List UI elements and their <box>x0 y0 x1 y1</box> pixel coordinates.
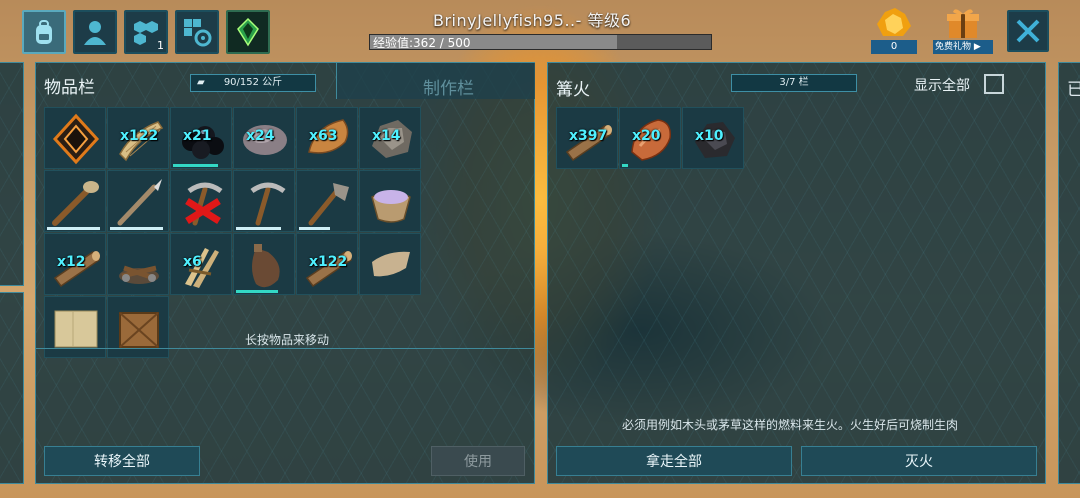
amber-currency[interactable]: 0 <box>871 6 917 54</box>
item-quantity: x122 <box>120 128 159 144</box>
item-slot[interactable] <box>107 170 169 232</box>
crystal-icon <box>237 17 259 47</box>
free-gift-button[interactable]: 免费礼物 ▶ <box>933 6 993 54</box>
player-icon <box>84 21 106 45</box>
item-slot[interactable]: x14 <box>359 107 421 169</box>
item-slot[interactable] <box>107 233 169 295</box>
item-quantity: x12 <box>57 254 86 270</box>
left-edge-panel <box>0 62 24 286</box>
weight-text: 90/152 公斤 <box>223 77 283 88</box>
weight-indicator: ▰ 90/152 公斤 <box>190 74 316 92</box>
durability-bar <box>173 164 218 167</box>
xp-bar: 经验值:362 / 500 <box>369 34 712 50</box>
tribe-tab-button[interactable]: 1 <box>124 10 168 54</box>
inventory-grid: x122 x21 x24 x63 x14 x12 x6 x122 <box>44 107 422 361</box>
torch-icon <box>52 181 99 226</box>
item-slot[interactable] <box>44 170 106 232</box>
item-quantity: x63 <box>309 128 338 144</box>
extinguish-button[interactable]: 灭火 <box>801 446 1037 476</box>
item-slot[interactable] <box>233 233 295 295</box>
gift-label: 免费礼物 ▶ <box>933 40 993 54</box>
waterskin-icon <box>252 244 280 288</box>
item-slot[interactable]: x397 <box>556 107 618 169</box>
show-all-label: 显示全部 <box>914 78 970 94</box>
item-slot[interactable]: x12 <box>44 233 106 295</box>
item-slot[interactable]: x24 <box>233 107 295 169</box>
inventory-title: 物品栏 <box>44 78 95 98</box>
item-slot[interactable] <box>359 170 421 232</box>
item-slot[interactable] <box>44 107 106 169</box>
show-all-checkbox[interactable] <box>984 74 1004 94</box>
paper-icon <box>54 310 98 348</box>
weight-icon: ▰ <box>197 77 205 88</box>
item-quantity: x14 <box>372 128 401 144</box>
item-slot[interactable]: x6 <box>170 233 232 295</box>
durability-bar <box>110 227 163 230</box>
durability-bar <box>236 227 281 230</box>
play-arrow-icon: ▶ <box>973 42 981 52</box>
right-panel-title: 已 <box>1067 80 1080 100</box>
durability-bar <box>236 290 278 293</box>
engram-icon <box>184 19 212 47</box>
item-quantity: x21 <box>183 128 212 144</box>
cloth-icon <box>372 251 410 277</box>
item-slot[interactable] <box>359 233 421 295</box>
pick-broken-icon <box>185 182 223 226</box>
left-edge-panel-lower <box>0 292 24 484</box>
item-slot[interactable]: x63 <box>296 107 358 169</box>
campfire-icon <box>119 265 159 284</box>
item-quantity: x397 <box>569 128 608 144</box>
crafting-tab-label: 制作栏 <box>423 79 474 99</box>
item-slot[interactable]: x20 <box>619 107 681 169</box>
spear-icon <box>117 179 162 226</box>
item-quantity: x24 <box>246 128 275 144</box>
item-quantity: x10 <box>695 128 724 144</box>
backpack-icon <box>36 20 52 44</box>
tribe-badge: 1 <box>157 39 164 52</box>
pick-icon <box>250 182 286 226</box>
xp-text: 经验值:362 / 500 <box>373 36 471 50</box>
item-slot[interactable]: x21 <box>170 107 232 169</box>
item-slot[interactable]: x10 <box>682 107 744 169</box>
inventory-tab-button[interactable] <box>22 10 66 54</box>
durability-bar <box>622 164 628 167</box>
durability-bar <box>47 227 100 230</box>
implant-icon <box>52 113 100 165</box>
engram-tab-button[interactable] <box>175 10 219 54</box>
item-slot[interactable] <box>233 170 295 232</box>
crafting-tab[interactable]: 制作栏 <box>336 63 535 99</box>
gift-icon <box>947 9 979 38</box>
item-quantity: x6 <box>183 254 202 270</box>
campfire-slots-indicator: 3/7 栏 <box>731 74 857 92</box>
implant-tab-button[interactable] <box>226 10 270 54</box>
divider <box>36 348 534 349</box>
crate-icon <box>119 312 159 348</box>
inventory-hint: 长按物品来移动 <box>245 333 330 347</box>
transfer-all-button[interactable]: 转移全部 <box>44 446 200 476</box>
item-slot[interactable]: x122 <box>107 107 169 169</box>
item-quantity: x122 <box>309 254 348 270</box>
campfire-hint: 必须用例如木头或茅草这样的燃料来生火。火生好后可烧制生肉 <box>622 418 959 432</box>
close-icon <box>1016 19 1040 43</box>
mortar-icon <box>371 190 411 223</box>
item-slot[interactable]: x122 <box>296 233 358 295</box>
character-tab-button[interactable] <box>73 10 117 54</box>
amber-icon <box>877 8 911 36</box>
durability-bar <box>299 227 330 230</box>
item-slot[interactable] <box>170 170 232 232</box>
item-slot[interactable] <box>296 170 358 232</box>
take-all-button[interactable]: 拿走全部 <box>556 446 792 476</box>
player-title: BrinyJellyfish95..- 等级6 <box>433 11 632 30</box>
use-button[interactable]: 使用 <box>431 446 525 476</box>
campfire-grid: x397 x20 x10 <box>556 107 756 171</box>
right-edge-panel: 已 <box>1058 62 1080 484</box>
campfire-title: 篝火 <box>556 80 590 100</box>
hatchet-icon <box>308 183 349 226</box>
item-quantity: x20 <box>632 128 661 144</box>
campfire-panel: 篝火 3/7 栏 显示全部 x397 x20 x10 必须用例如木头或茅草这样的燃料… <box>547 62 1046 484</box>
currency-count: 0 <box>871 40 917 54</box>
inventory-panel: 物品栏 ▰ 90/152 公斤 制作栏 x122 x21 x24 x63 x14 x12 x… <box>35 62 535 484</box>
close-button[interactable] <box>1007 10 1049 52</box>
